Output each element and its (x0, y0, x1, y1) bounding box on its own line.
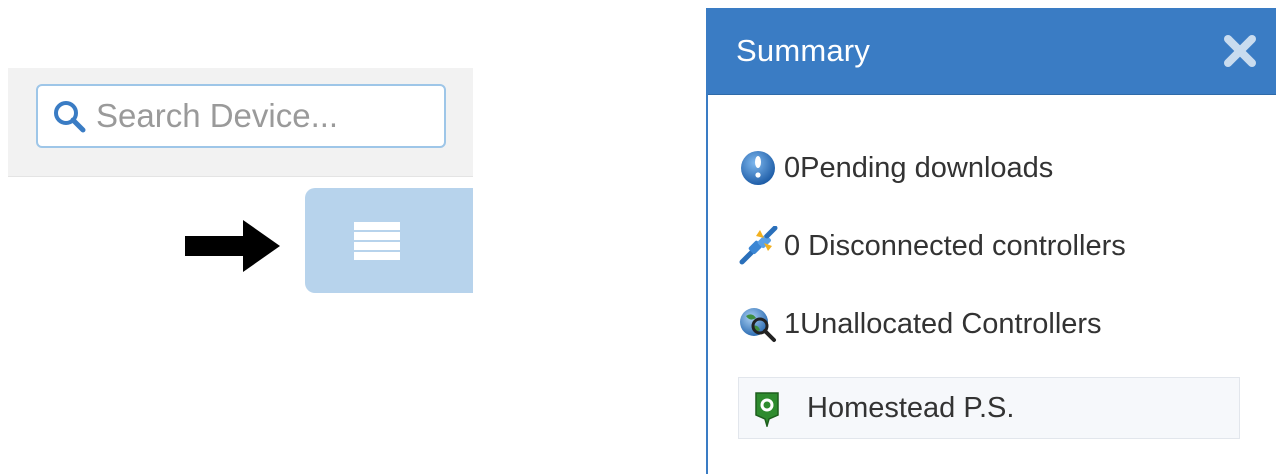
screenshot-root: Summary (0, 0, 1276, 474)
search-box[interactable] (36, 84, 446, 148)
search-icon (54, 101, 86, 133)
summary-body: 0Pending downloads 0 Disconnected contro… (708, 95, 1276, 439)
disconnected-controllers-text: 0 Disconnected controllers (784, 229, 1126, 262)
close-button[interactable] (1218, 29, 1262, 73)
group-item-label: Homestead P.S. (807, 391, 1015, 424)
unallocated-controllers-row: 1Unallocated Controllers (738, 285, 1276, 363)
pointer-arrow-icon (185, 220, 280, 272)
pending-downloads-text: 0Pending downloads (784, 151, 1054, 184)
group-item-homestead[interactable]: Homestead P.S. (738, 377, 1240, 439)
list-icon (354, 221, 400, 260)
disconnected-plug-icon (739, 226, 778, 265)
summary-panel: Summary 0Pending downloads 0 Disconnecte… (706, 8, 1276, 474)
summary-header: Summary (708, 8, 1276, 95)
summary-title: Summary (736, 33, 871, 68)
pending-downloads-row: 0Pending downloads (738, 129, 1276, 207)
globe-search-icon (740, 308, 776, 342)
disconnected-controllers-row: 0 Disconnected controllers (738, 207, 1276, 285)
search-toolbar (8, 68, 473, 177)
search-input[interactable] (96, 97, 426, 135)
info-globe-icon (741, 151, 775, 185)
list-view-toggle-button[interactable] (305, 188, 473, 293)
unallocated-controllers-text: 1Unallocated Controllers (784, 307, 1102, 340)
close-icon (1224, 35, 1256, 67)
green-marker-icon (755, 392, 779, 427)
